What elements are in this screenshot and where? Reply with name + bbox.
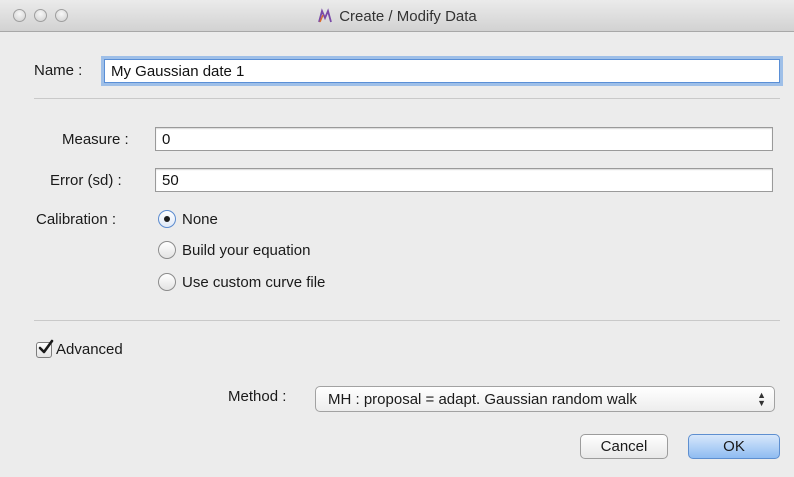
measure-input[interactable] (155, 127, 773, 151)
name-label: Name : (34, 62, 83, 79)
create-modify-data-dialog: Create / Modify Data Name : Measure : Er… (0, 0, 794, 477)
calibration-label: Calibration : (36, 211, 117, 228)
method-selected-value: MH : proposal = adapt. Gaussian random w… (328, 390, 637, 408)
window-title-group: Create / Modify Data (0, 0, 794, 32)
calibration-option-label: None (182, 210, 218, 228)
advanced-checkbox[interactable] (36, 339, 54, 358)
calibration-option-label: Build your equation (182, 241, 311, 259)
separator-top (34, 98, 780, 99)
calibration-option-build-equation[interactable]: Build your equation (158, 241, 310, 259)
cancel-button[interactable]: Cancel (580, 434, 668, 459)
title-bar: Create / Modify Data (0, 0, 794, 32)
calibration-option-label: Use custom curve file (182, 273, 326, 291)
checkmark-icon (38, 339, 54, 353)
window-title: Create / Modify Data (339, 7, 477, 25)
error-sd-input[interactable] (155, 168, 773, 192)
select-arrows-icon: ▲ ▼ (757, 390, 766, 408)
advanced-checkbox-row[interactable]: Advanced (36, 339, 123, 358)
advanced-label: Advanced (56, 341, 123, 358)
name-input[interactable] (104, 59, 780, 83)
radio-build-equation[interactable] (158, 241, 176, 259)
app-logo-icon (317, 8, 333, 24)
ok-button[interactable]: OK (688, 434, 780, 459)
measure-label: Measure : (62, 131, 129, 148)
calibration-option-none[interactable]: None (158, 210, 218, 228)
calibration-option-custom-curve[interactable]: Use custom curve file (158, 273, 325, 291)
separator-bottom (34, 320, 780, 321)
error-sd-label: Error (sd) : (50, 172, 122, 189)
radio-custom-curve[interactable] (158, 273, 176, 291)
radio-none-selected[interactable] (158, 210, 176, 228)
method-label: Method : (228, 388, 287, 405)
method-select[interactable]: MH : proposal = adapt. Gaussian random w… (315, 386, 775, 412)
